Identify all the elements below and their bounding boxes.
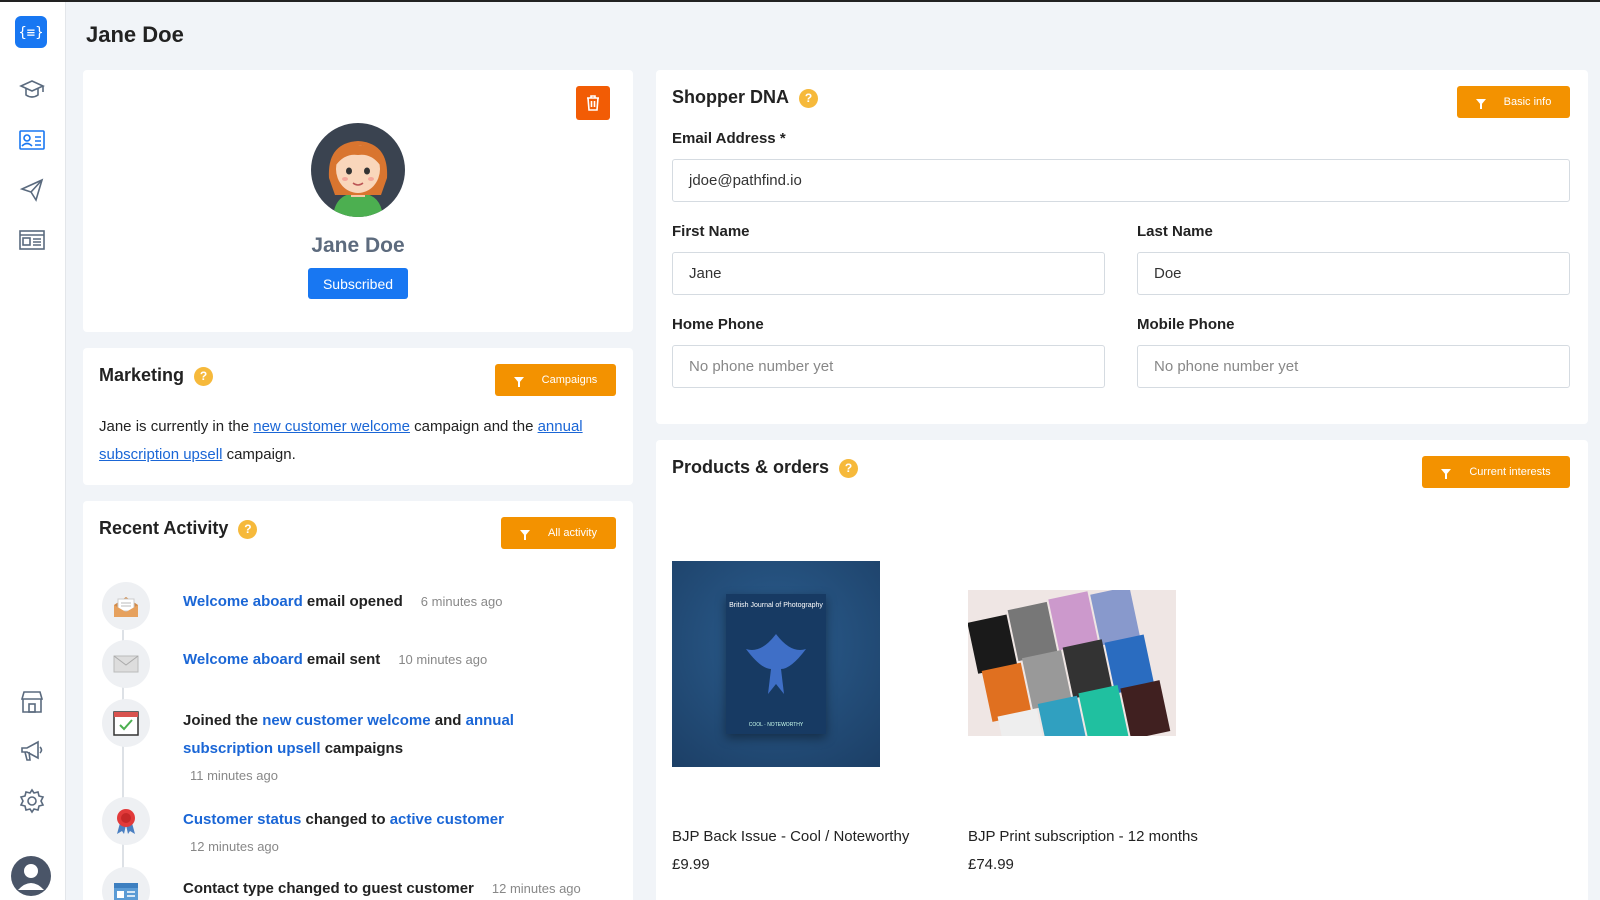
activity-link[interactable]: Customer status [183, 811, 301, 828]
activity-text: Contact type changed to guest customer [183, 880, 474, 897]
gear-icon[interactable] [14, 783, 50, 819]
list-item: Welcome aboard email sent 10 minutes ago [183, 646, 487, 674]
paper-plane-icon[interactable] [14, 172, 50, 208]
marketing-text-part: Jane is currently in the [99, 418, 254, 435]
basic-info-button[interactable]: Basic info [1457, 86, 1570, 118]
product-name[interactable]: BJP Print subscription - 12 months [968, 828, 1198, 845]
product-name[interactable]: BJP Back Issue - Cool / Noteworthy [672, 828, 909, 845]
email-field[interactable]: jdoe@pathfind.io [672, 159, 1570, 202]
product-price: £74.99 [968, 856, 1014, 873]
recent-activity-title: Recent Activity? [99, 518, 258, 539]
last-name-label: Last Name [1137, 223, 1213, 240]
store-icon[interactable] [14, 684, 50, 720]
page-title: Jane Doe [86, 22, 184, 47]
first-name-field[interactable]: Jane [672, 252, 1105, 295]
activity-link[interactable]: active customer [390, 811, 504, 828]
graduation-cap-icon[interactable] [14, 72, 50, 108]
avatar [311, 123, 405, 217]
shopper-dna-title: Shopper DNA? [672, 87, 818, 108]
activity-text: and [430, 712, 466, 729]
shopper-dna-card: Shopper DNA? Basic info Email Address * … [656, 70, 1588, 424]
magazine-cover: British Journal of Photography COOL · NO… [726, 594, 826, 734]
magazine-collage [968, 590, 1171, 736]
help-icon[interactable]: ? [238, 519, 258, 539]
filter-icon [1475, 99, 1486, 109]
recent-activity-card: Recent Activity? All activity [83, 501, 633, 900]
help-icon[interactable]: ? [194, 366, 214, 386]
filter-icon [520, 530, 531, 540]
sidebar: {≡} [0, 2, 66, 900]
marketing-text-part: campaign and the [409, 418, 538, 435]
activity-text: changed to [301, 811, 390, 828]
activity-link[interactable]: new customer welcome [262, 712, 430, 729]
basic-info-button-label: Basic info [1503, 96, 1552, 108]
activity-time: 11 minutes ago [190, 768, 278, 783]
activity-time: 12 minutes ago [190, 839, 279, 854]
activity-link[interactable]: Welcome aboard [183, 651, 303, 668]
last-name-field[interactable]: Doe [1137, 252, 1570, 295]
marketing-text: Jane is currently in the new customer we… [99, 413, 619, 469]
all-activity-button[interactable]: All activity [501, 517, 616, 549]
megaphone-icon[interactable] [14, 733, 50, 769]
help-icon[interactable]: ? [799, 88, 818, 108]
activity-link[interactable]: Welcome aboard [183, 593, 303, 610]
products-orders-title-text: Products & orders [672, 457, 830, 477]
activity-text: email opened [302, 593, 403, 610]
campaigns-button-label: Campaigns [541, 374, 598, 386]
bird-image [746, 634, 806, 694]
product-image-back-issue[interactable]: British Journal of Photography COOL · NO… [672, 561, 880, 767]
delete-button[interactable] [576, 86, 610, 120]
calendar-check-icon [102, 699, 150, 747]
new-customer-welcome-link[interactable]: new customer welcome [253, 418, 410, 435]
newspaper-icon[interactable] [14, 222, 50, 258]
svg-text:{≡}: {≡} [20, 25, 42, 41]
profile-card: Jane Doe Subscribed [83, 70, 633, 332]
home-phone-field[interactable]: No phone number yet [672, 345, 1105, 388]
help-icon[interactable]: ? [839, 458, 859, 478]
filter-icon [1441, 469, 1452, 479]
subscribed-badge[interactable]: Subscribed [308, 268, 408, 299]
award-ribbon-icon [102, 797, 150, 845]
email-label: Email Address * [672, 130, 786, 147]
marketing-card: Marketing? Campaigns Jane is currently i… [83, 348, 633, 485]
open-envelope-icon [102, 582, 150, 630]
list-item: Welcome aboard email opened 6 minutes ago [183, 588, 502, 616]
campaigns-button[interactable]: Campaigns [495, 364, 616, 396]
logo-icon[interactable]: {≡} [15, 16, 47, 48]
activity-text: email sent [302, 651, 381, 668]
product-price: £9.99 [672, 856, 710, 873]
recent-activity-title-text: Recent Activity [99, 518, 229, 538]
trash-icon [587, 95, 599, 111]
activity-text: Joined the [183, 712, 263, 729]
shopper-dna-title-text: Shopper DNA [672, 87, 789, 107]
list-item: Joined the new customer welcome and annu… [183, 707, 543, 763]
mobile-phone-field[interactable]: No phone number yet [1137, 345, 1570, 388]
activity-text: campaigns [320, 740, 404, 757]
products-orders-card: Products & orders? Current interests Bri… [656, 440, 1588, 900]
envelope-icon [102, 640, 150, 688]
marketing-title-text: Marketing [99, 365, 185, 385]
marketing-text-part: campaign. [222, 446, 296, 463]
list-item: Contact type changed to guest customer 12… [183, 875, 581, 900]
user-avatar-icon[interactable] [11, 856, 51, 896]
product-image-subscription[interactable] [968, 590, 1176, 736]
home-phone-label: Home Phone [672, 316, 764, 333]
filter-icon [513, 377, 524, 387]
cover-footer: COOL · NOTEWORTHY [748, 722, 804, 728]
profile-name: Jane Doe [311, 234, 405, 257]
activity-time: 10 minutes ago [398, 652, 488, 667]
current-interests-button-label: Current interests [1469, 466, 1551, 478]
activity-time: 12 minutes ago [491, 881, 581, 896]
list-item: Customer status changed to active custom… [183, 806, 504, 834]
first-name-label: First Name [672, 223, 750, 240]
products-orders-title: Products & orders? [672, 457, 859, 478]
marketing-title: Marketing? [99, 365, 214, 386]
mobile-phone-label: Mobile Phone [1137, 316, 1235, 333]
activity-time: 6 minutes ago [420, 594, 503, 609]
contact-card-icon[interactable] [14, 122, 50, 158]
cover-title: British Journal of Photography [729, 602, 823, 609]
all-activity-button-label: All activity [548, 527, 597, 539]
current-interests-button[interactable]: Current interests [1422, 456, 1570, 488]
